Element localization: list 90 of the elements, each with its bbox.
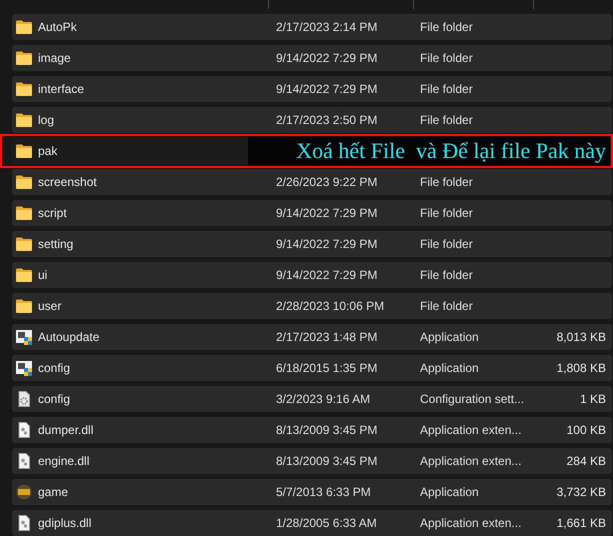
file-size: 1,661 KB [556,516,607,530]
file-type: File folder [420,237,474,251]
folder-icon [16,298,32,314]
file-type: Configuration sett... [420,392,526,406]
file-name: user [38,299,62,313]
annotation-text: Xoá hết File và Để lại file Pak này [248,136,610,166]
date-modified: 9/14/2022 7:29 PM [276,206,378,220]
date-modified: 9/14/2022 7:29 PM [276,51,378,65]
file-row[interactable]: script 9/14/2022 7:29 PM File folder [12,200,612,226]
date-modified: 8/13/2009 3:45 PM [276,423,378,437]
file-row[interactable]: image 9/14/2022 7:29 PM File folder [12,45,612,71]
file-size: 3,732 KB [556,485,607,499]
file-type: File folder [420,82,474,96]
date-modified: 2/17/2023 1:48 PM [276,330,378,344]
date-modified: 3/2/2023 9:16 AM [276,392,372,406]
file-type: Application [420,485,480,499]
game-icon [16,484,32,500]
file-size: 100 KB [566,423,607,437]
file-type: File folder [420,20,474,34]
date-modified: 5/7/2013 6:33 PM [276,485,372,499]
file-name: AutoPk [38,20,77,34]
date-modified: 9/14/2022 7:29 PM [276,237,378,251]
file-row[interactable]: game 5/7/2013 6:33 PM Application 3,732 KB [12,479,612,505]
file-name: config [38,392,70,406]
file-name: gdiplus.dll [38,516,92,530]
folder-icon [16,236,32,252]
file-name: pak [38,144,58,158]
file-row[interactable]: engine.dll 8/13/2009 3:45 PM Application exten... 284 KB [12,448,612,474]
date-modified: 2/17/2023 2:50 PM [276,113,378,127]
file-row[interactable]: user 2/28/2023 10:06 PM File folder [12,293,612,319]
file-size: 284 KB [566,454,607,468]
file-type: Application exten... [420,516,522,530]
settings-file-icon [16,391,32,407]
date-modified: 6/18/2015 1:35 PM [276,361,378,375]
application-icon [16,329,32,345]
file-type: File folder [420,175,474,189]
file-size: 1,808 KB [556,361,607,375]
date-modified: 8/13/2009 3:45 PM [276,454,378,468]
date-modified: 2/17/2023 2:14 PM [276,20,378,34]
file-name: screenshot [38,175,97,189]
file-type: Application exten... [420,423,522,437]
file-type: File folder [420,113,474,127]
file-row[interactable]: Autoupdate 2/17/2023 1:48 PM Application 8,013 KB [12,324,612,350]
file-name: interface [38,82,84,96]
dll-file-icon [16,422,32,438]
file-name: script [38,206,67,220]
date-modified: 1/28/2005 6:33 AM [276,516,378,530]
file-name: dumper.dll [38,423,94,437]
dll-file-icon [16,515,32,531]
folder-icon [16,205,32,221]
date-modified: 9/14/2022 7:29 PM [276,268,378,282]
file-row[interactable]: interface 9/14/2022 7:29 PM File folder [12,76,612,102]
date-modified: 9/14/2022 7:29 PM [276,82,378,96]
file-size: 1 KB [578,392,607,406]
date-modified: 2/28/2023 10:06 PM [276,299,386,313]
folder-icon [16,112,32,128]
file-name: game [38,485,68,499]
folder-icon [16,81,32,97]
file-name: ui [38,268,48,282]
dll-file-icon [16,453,32,469]
file-row[interactable]: dumper.dll 8/13/2009 3:45 PM Application exten... 100 KB [12,417,612,443]
file-name: config [38,361,70,375]
application-icon [16,360,32,376]
folder-icon [16,19,32,35]
file-size: 8,013 KB [556,330,607,344]
file-type: Application exten... [420,454,522,468]
file-type: File folder [420,268,474,282]
file-name: Autoupdate [38,330,100,344]
file-row[interactable]: config 6/18/2015 1:35 PM Application 1,808 KB [12,355,612,381]
file-name: engine.dll [38,454,90,468]
file-name: image [38,51,71,65]
date-modified: 2/26/2023 9:22 PM [276,175,378,189]
file-type: Application [420,361,480,375]
file-row[interactable]: gdiplus.dll 1/28/2005 6:33 AM Application exten... 1,661 KB [12,510,612,536]
file-type: File folder [420,51,474,65]
folder-icon [16,143,32,159]
file-row[interactable]: ui 9/14/2022 7:29 PM File folder [12,262,612,288]
file-row[interactable]: screenshot 2/26/2023 9:22 PM File folder [12,169,612,195]
file-type: File folder [420,299,474,313]
folder-icon [16,267,32,283]
file-row[interactable]: log 2/17/2023 2:50 PM File folder [12,107,612,133]
file-name: setting [38,237,74,251]
file-type: File folder [420,206,474,220]
file-row[interactable]: config 3/2/2023 9:16 AM Configuration sett... 1 KB [12,386,612,412]
file-row[interactable]: AutoPk 2/17/2023 2:14 PM File folder [12,14,612,40]
file-name: log [38,113,54,127]
folder-icon [16,50,32,66]
file-row[interactable]: setting 9/14/2022 7:29 PM File folder [12,231,612,257]
folder-icon [16,174,32,190]
file-type: Application [420,330,480,344]
